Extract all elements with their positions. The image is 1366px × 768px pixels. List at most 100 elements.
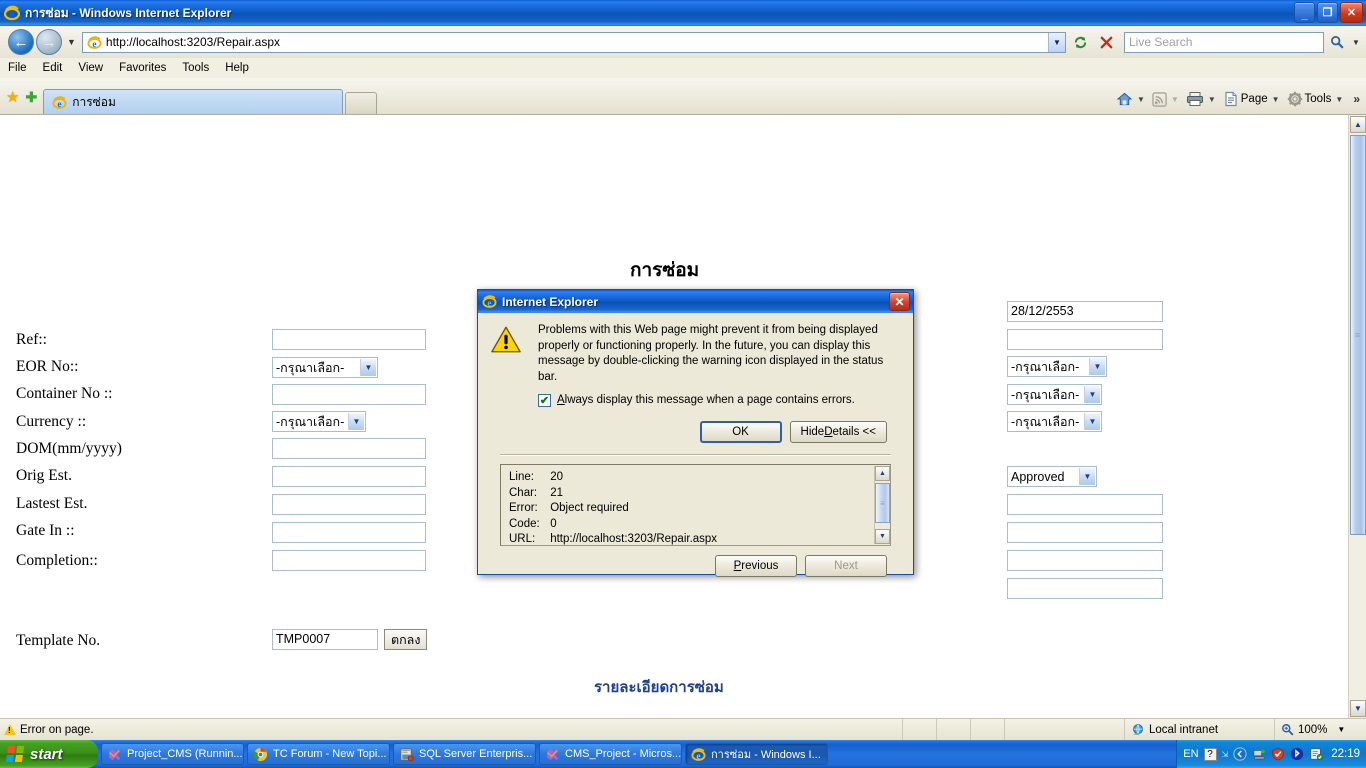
input-dom[interactable] xyxy=(272,438,426,459)
label-gate-in: Gate In :: xyxy=(16,522,75,539)
taskbar-button-project-cms[interactable]: Project_CMS (Runnin... xyxy=(101,743,244,765)
always-display-checkbox-row[interactable]: ✔ AAlways display this message when a pa… xyxy=(538,394,901,407)
select-approval-status[interactable]: Approved ▼ xyxy=(1007,466,1097,487)
print-dropdown-icon[interactable]: ▼ xyxy=(1208,95,1216,104)
input-ref[interactable] xyxy=(272,329,426,350)
chevron-down-icon[interactable]: ▼ xyxy=(1084,386,1100,403)
scrollbar-thumb[interactable]: ≡ xyxy=(1350,135,1366,535)
dialog-divider xyxy=(500,454,891,456)
search-dropdown-icon[interactable]: ▼ xyxy=(1350,32,1362,53)
menu-item-file[interactable]: File xyxy=(8,62,27,74)
tray-expand-icon[interactable]: ⇲ xyxy=(1222,750,1229,759)
page-scrollbar[interactable]: ▲ ≡ ▼ xyxy=(1348,115,1366,718)
refresh-button[interactable] xyxy=(1068,30,1092,54)
input-orig-est[interactable] xyxy=(272,466,426,487)
input-right-1[interactable] xyxy=(1007,494,1163,515)
details-scrollbar-thumb[interactable]: ≡ xyxy=(875,483,890,523)
chevron-down-icon[interactable]: ▼ xyxy=(360,359,376,376)
menu-item-tools[interactable]: Tools xyxy=(182,62,209,74)
search-go-button[interactable] xyxy=(1326,32,1348,53)
page-menu-button[interactable]: Page xyxy=(1223,91,1268,107)
security-icon[interactable] xyxy=(1271,747,1285,761)
tools-dropdown-icon[interactable]: ▼ xyxy=(1335,95,1343,104)
favorites-center-icon[interactable]: ★ xyxy=(6,88,19,106)
tab-repair-page[interactable]: e การซ่อม xyxy=(43,89,344,114)
input-right-2[interactable] xyxy=(1007,522,1163,543)
chevron-down-icon[interactable]: ▼ xyxy=(348,413,364,430)
details-scroll-up-button[interactable]: ▲ xyxy=(875,466,890,481)
security-zone-section[interactable]: Local intranet xyxy=(1124,718,1274,741)
input-template-no[interactable]: TMP0007 xyxy=(272,629,378,650)
menu-item-help[interactable]: Help xyxy=(225,62,249,74)
search-input[interactable]: Live Search xyxy=(1124,31,1324,53)
select-currency[interactable]: -กรุณาเลือก- ▼ xyxy=(272,411,366,432)
language-indicator[interactable]: EN xyxy=(1183,748,1198,760)
input-completion[interactable] xyxy=(272,550,426,571)
input-lastest-est[interactable] xyxy=(272,494,426,515)
close-button[interactable]: ✕ xyxy=(1340,2,1363,23)
input-rev[interactable] xyxy=(1007,329,1163,350)
details-scrollbar[interactable]: ▲ ≡ ▼ xyxy=(874,466,890,544)
tray-clock[interactable]: 22:19 xyxy=(1331,748,1360,760)
select-repair-type[interactable]: -กรุณาเลือก- ▼ xyxy=(1007,356,1107,377)
checkbox-always-display[interactable]: ✔ xyxy=(538,394,551,407)
address-dropdown-icon[interactable]: ▼ xyxy=(1048,32,1065,52)
taskbar-button-tc-forum[interactable]: TC Forum - New Topi... xyxy=(247,743,390,765)
error-warning-icon[interactable] xyxy=(4,724,16,735)
scroll-down-button[interactable]: ▼ xyxy=(1350,700,1366,717)
details-scroll-down-button[interactable]: ▼ xyxy=(875,529,890,544)
select-tariff[interactable]: -กรุณาเลือก- ▼ xyxy=(1007,384,1102,405)
taskbar-button-repair-page[interactable]: e การซ่อม - Windows I... xyxy=(685,743,828,765)
input-container-no[interactable] xyxy=(272,384,426,405)
zoom-dropdown-icon[interactable]: ▼ xyxy=(1337,725,1345,734)
menu-item-favorites[interactable]: Favorites xyxy=(119,62,166,74)
input-right-3[interactable] xyxy=(1007,550,1163,571)
maximize-button[interactable]: ❐ xyxy=(1317,2,1338,23)
language-bar-icon[interactable]: ? xyxy=(1203,747,1217,761)
taskbar-button-sql-server[interactable]: SQL Server Enterpris... xyxy=(393,743,536,765)
input-gate-in[interactable] xyxy=(272,522,426,543)
select-extra[interactable]: -กรุณาเลือก- ▼ xyxy=(1007,411,1102,432)
network-icon[interactable] xyxy=(1252,747,1266,761)
minimize-button[interactable]: _ xyxy=(1294,2,1315,23)
tray-back-icon[interactable] xyxy=(1233,747,1247,761)
hide-details-button[interactable]: Hide Details << xyxy=(789,421,887,443)
home-icon xyxy=(1116,92,1133,106)
dialog-close-button[interactable]: ✕ xyxy=(889,292,910,311)
chevron-down-icon[interactable]: ▼ xyxy=(1079,468,1095,485)
address-bar[interactable]: e http://localhost:3203/Repair.aspx ▼ xyxy=(81,31,1066,53)
page-dropdown-icon[interactable]: ▼ xyxy=(1272,95,1280,104)
ok-button[interactable]: OK xyxy=(699,421,782,443)
input-date[interactable]: 28/12/2553 xyxy=(1007,301,1163,322)
error-details-panel[interactable]: Line: 20 Char: 21 Error: Object required… xyxy=(500,464,891,546)
home-dropdown-icon[interactable]: ▼ xyxy=(1137,95,1145,104)
forward-button[interactable]: → xyxy=(36,29,62,55)
status-message-section[interactable]: Error on page. xyxy=(0,719,902,741)
select-eor-no[interactable]: -กรุณาเลือก- ▼ xyxy=(272,357,378,378)
overflow-chevron-icon[interactable]: » xyxy=(1353,92,1360,106)
taskbar-button-cms-project[interactable]: CMS_Project - Micros... xyxy=(539,743,682,765)
scroll-up-button[interactable]: ▲ xyxy=(1350,116,1366,133)
history-dropdown-icon[interactable]: ▼ xyxy=(67,37,76,47)
menu-item-edit[interactable]: Edit xyxy=(43,62,63,74)
tools-menu-button[interactable]: Tools xyxy=(1287,91,1331,107)
chevron-down-icon[interactable]: ▼ xyxy=(1084,413,1100,430)
template-submit-button[interactable]: ตกลง xyxy=(384,629,428,650)
update-icon[interactable] xyxy=(1309,747,1324,761)
home-button[interactable] xyxy=(1116,91,1133,107)
feeds-icon xyxy=(1152,91,1167,107)
new-tab-button[interactable] xyxy=(345,92,378,114)
detail-url: URL: http://localhost:3203/Repair.aspx xyxy=(509,533,718,545)
previous-button[interactable]: Previous xyxy=(715,555,797,577)
input-right-4[interactable] xyxy=(1007,578,1163,599)
print-button[interactable] xyxy=(1186,91,1204,107)
start-button[interactable]: start xyxy=(0,740,98,768)
bluetooth-icon[interactable] xyxy=(1290,747,1304,761)
zoom-section[interactable]: 100% ▼ xyxy=(1274,718,1366,741)
feeds-button[interactable] xyxy=(1152,91,1167,107)
menu-item-view[interactable]: View xyxy=(78,62,103,74)
back-button[interactable]: ← xyxy=(8,29,34,55)
add-to-favorites-icon[interactable]: ✚ xyxy=(25,89,37,106)
stop-button[interactable] xyxy=(1094,30,1118,54)
chevron-down-icon[interactable]: ▼ xyxy=(1089,358,1105,375)
